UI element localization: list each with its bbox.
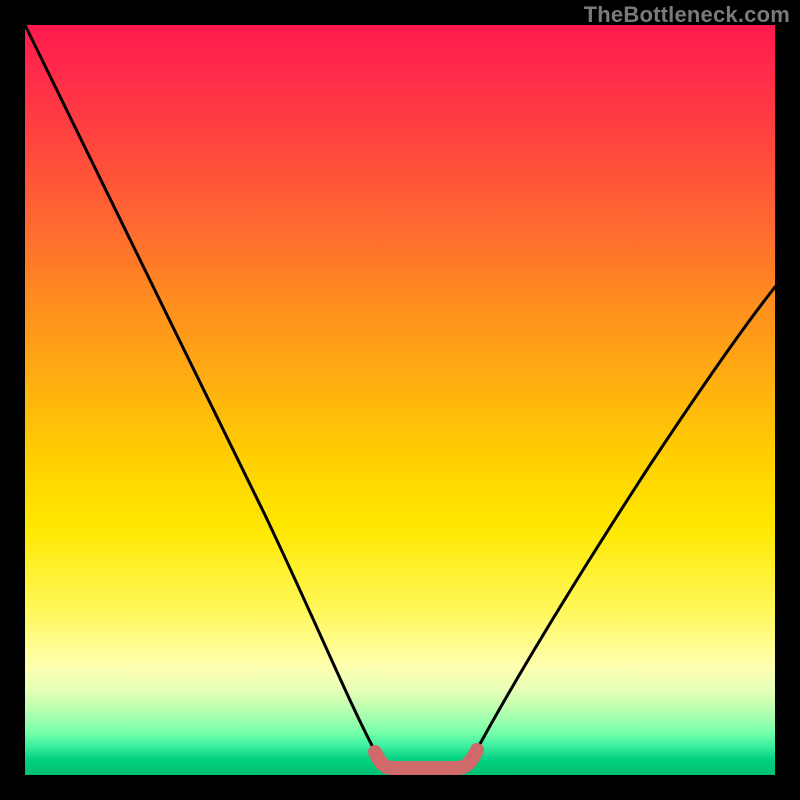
attribution-text: TheBottleneck.com <box>584 2 790 28</box>
chart-frame: TheBottleneck.com <box>0 0 800 800</box>
curve-layer <box>25 25 775 775</box>
flat-segment-highlight <box>375 750 477 768</box>
plot-area <box>25 25 775 775</box>
bottleneck-curve <box>25 25 775 767</box>
